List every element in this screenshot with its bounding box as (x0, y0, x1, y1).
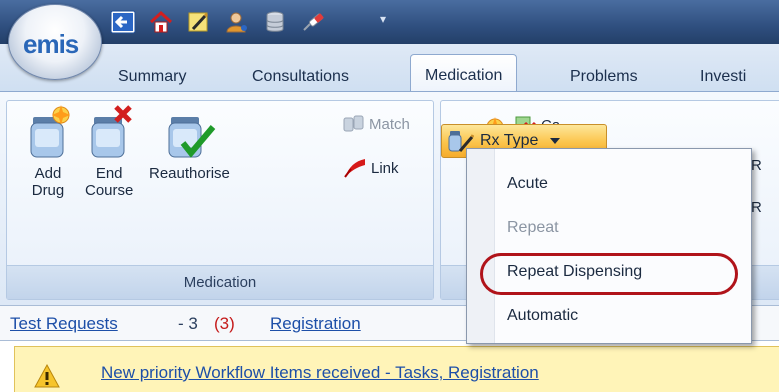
registration-link[interactable]: Registration (270, 314, 361, 334)
test-requests-unread-count: (3) (214, 314, 235, 333)
second-group-item-2[interactable]: R (751, 199, 762, 216)
emis-logo: emis (23, 29, 79, 59)
tab-consultations[interactable]: Consultations (252, 68, 349, 86)
syringe-button[interactable] (298, 8, 328, 36)
rx-type-menu: Acute Repeat Repeat Dispensing Automatic (466, 148, 752, 344)
match-label: Match (369, 115, 410, 133)
user-icon (226, 12, 247, 33)
end-course-label: End Course (85, 165, 134, 199)
ribbon-tab-strip: Summary Consultations Medication Problem… (0, 44, 779, 94)
medication-group-label: Medication (7, 265, 433, 299)
menu-gutter (467, 149, 495, 343)
user-button[interactable] (222, 8, 252, 36)
database-button[interactable] (260, 8, 290, 36)
quick-access-menu-button[interactable]: ▾ (380, 12, 386, 26)
second-group-item-1[interactable]: R (751, 157, 762, 174)
title-bar: ▾ (0, 0, 779, 44)
end-course-icon (91, 105, 132, 158)
highlight-annotation-ring (480, 253, 738, 295)
chevron-down-icon (550, 138, 561, 144)
app-orb-button[interactable]: emis (8, 4, 102, 80)
back-arrow-icon (110, 10, 136, 34)
tab-problems[interactable]: Problems (570, 68, 638, 86)
test-requests-count: - 3 (178, 314, 198, 333)
end-course-button[interactable]: End Course (85, 105, 133, 199)
home-button[interactable] (146, 8, 176, 36)
back-arrow-button[interactable] (108, 8, 138, 36)
add-drug-icon (30, 105, 70, 158)
add-drug-label: Add Drug (31, 165, 65, 199)
warning-icon (34, 363, 60, 388)
database-icon (266, 11, 284, 32)
workflow-notification-link[interactable]: New priority Workflow Items received - T… (101, 363, 539, 383)
notes-button[interactable] (184, 8, 214, 36)
syringe-icon (303, 13, 324, 31)
quick-access-toolbar (108, 8, 328, 36)
emis-window: ▾ emis Summary Consultations Medication … (0, 0, 779, 392)
menu-item-repeat: Repeat (507, 219, 559, 236)
link-icon (344, 159, 365, 178)
match-icon (343, 115, 364, 132)
add-drug-button[interactable]: Add Drug (25, 105, 71, 199)
menu-item-acute[interactable]: Acute (507, 175, 548, 193)
tab-investigations[interactable]: Investi (700, 68, 746, 86)
test-requests-link[interactable]: Test Requests (10, 314, 118, 334)
link-button[interactable]: Link (343, 157, 399, 179)
medication-group: Add Drug End Course Reauthorise Match Li… (6, 100, 434, 300)
workflow-notification: New priority Workflow Items received - T… (14, 346, 779, 392)
menu-item-automatic[interactable]: Automatic (507, 307, 578, 325)
pencil-note-icon (188, 12, 209, 32)
home-icon (149, 10, 173, 33)
tab-medication[interactable]: Medication (410, 54, 518, 94)
reauthorise-button[interactable]: Reauthorise (149, 105, 230, 182)
link-label: Link (371, 159, 399, 177)
tab-summary[interactable]: Summary (118, 68, 186, 86)
match-button[interactable]: Match (343, 115, 410, 133)
reauthorise-icon (168, 117, 216, 158)
reauthorise-label: Reauthorise (149, 165, 230, 182)
